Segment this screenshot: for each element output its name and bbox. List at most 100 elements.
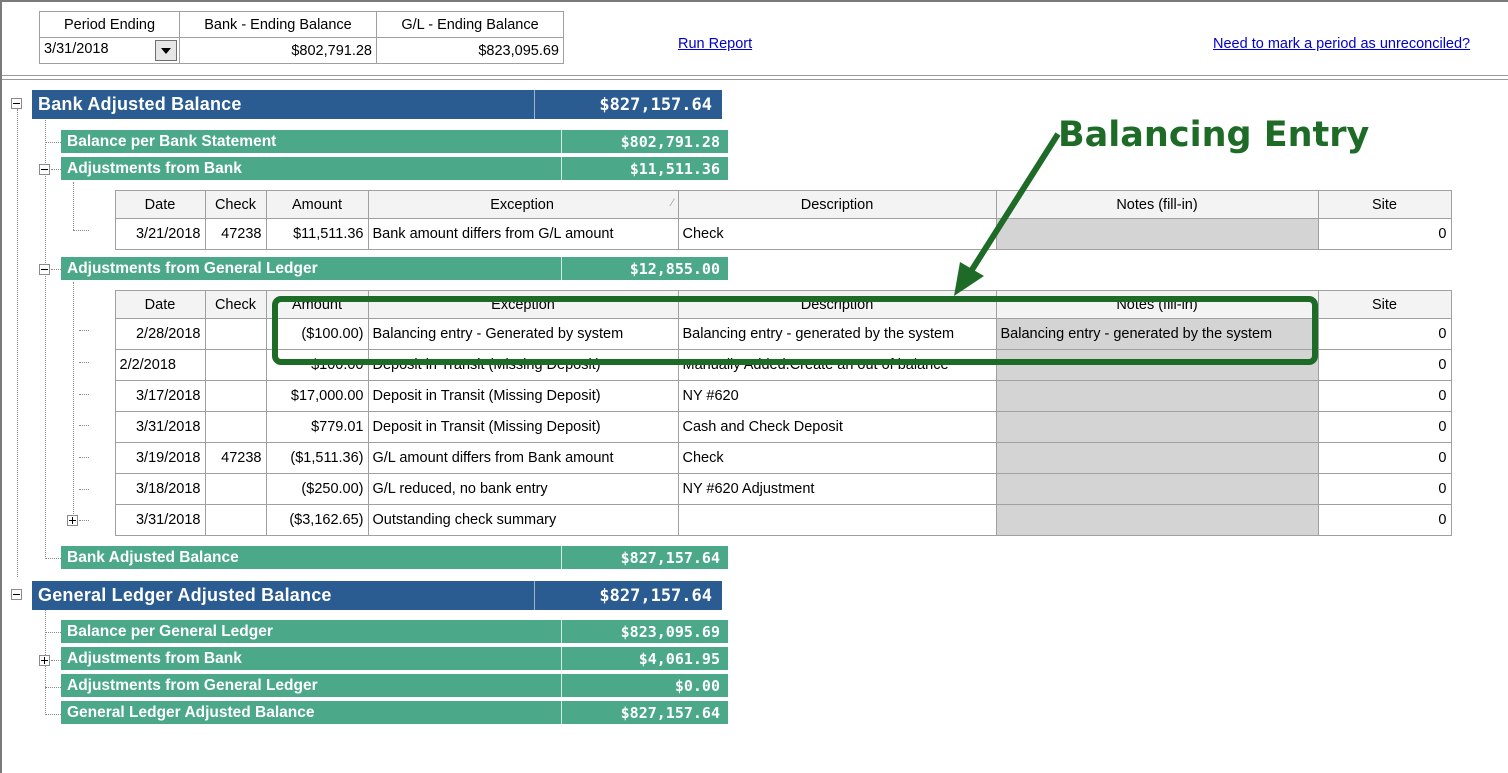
cell-exception[interactable]: G/L reduced, no bank entry: [367, 473, 679, 505]
cell-site[interactable]: 0: [1317, 349, 1452, 381]
col-amount[interactable]: Amount: [265, 190, 369, 219]
cell-date[interactable]: 3/21/2018: [114, 218, 206, 250]
col-check[interactable]: Check: [204, 290, 267, 319]
col-date[interactable]: Date: [114, 290, 206, 319]
gl-adjustments-from-gl-row[interactable]: Adjustments from General Ledger $0.00: [61, 674, 728, 698]
tree-line: [51, 660, 61, 661]
adjustments-from-gl-row[interactable]: Adjustments from General Ledger $12,855.…: [61, 257, 728, 281]
gl-adjustments-from-bank-row[interactable]: Adjustments from Bank $4,061.95: [61, 647, 728, 671]
cell-description[interactable]: Check: [677, 442, 997, 474]
cell-check[interactable]: [204, 380, 267, 412]
adjustments-from-bank-row[interactable]: Adjustments from Bank $11,511.36: [61, 157, 728, 181]
cell-date[interactable]: 3/18/2018: [114, 473, 206, 505]
cell-check[interactable]: [204, 349, 267, 381]
row-selector[interactable]: [89, 318, 116, 350]
cell-check[interactable]: [204, 318, 267, 350]
col-exception[interactable]: Exception ⁄: [367, 190, 679, 219]
col-site[interactable]: Site: [1317, 190, 1452, 219]
bank-adjusted-total-amount: $827,157.64: [561, 546, 728, 569]
cell-site[interactable]: 0: [1317, 473, 1452, 505]
cell-notes[interactable]: [995, 411, 1319, 443]
tree-line: [73, 182, 74, 230]
row-selector[interactable]: [89, 218, 116, 250]
table-row[interactable]: 3/31/2018 $779.01 Deposit in Transit (Mi…: [89, 411, 1452, 443]
cell-check[interactable]: [204, 473, 267, 505]
row-selector[interactable]: [89, 504, 116, 536]
row-selector[interactable]: [89, 380, 116, 412]
balance-per-gl-row[interactable]: Balance per General Ledger $823,095.69: [61, 620, 728, 644]
bank-adjusted-balance-header[interactable]: Bank Adjusted Balance $827,157.64: [32, 90, 722, 119]
cell-check[interactable]: 47238: [204, 218, 267, 250]
cell-amount[interactable]: $11,511.36: [265, 218, 369, 250]
grid-header-row: Date Check Amount Exception ⁄ Description…: [89, 190, 1452, 219]
cell-exception[interactable]: Outstanding check summary: [367, 504, 679, 536]
cell-exception[interactable]: Deposit in Transit (Missing Deposit): [367, 380, 679, 412]
cell-date[interactable]: 2/28/2018: [114, 318, 206, 350]
cell-site[interactable]: 0: [1317, 411, 1452, 443]
row-selector[interactable]: [89, 411, 116, 443]
gl-adjustments-from-bank-label: Adjustments from Bank: [67, 649, 242, 667]
cell-date[interactable]: 3/19/2018: [114, 442, 206, 474]
cell-amount[interactable]: ($1,511.36): [265, 442, 369, 474]
table-row[interactable]: 3/31/2018 ($3,162.65) Outstanding check …: [89, 504, 1452, 536]
table-row[interactable]: 3/17/2018 $17,000.00 Deposit in Transit …: [89, 380, 1452, 412]
cell-notes[interactable]: [995, 504, 1319, 536]
col-date[interactable]: Date: [114, 190, 206, 219]
cell-check[interactable]: 47238: [204, 442, 267, 474]
cell-check[interactable]: [204, 504, 267, 536]
cell-exception[interactable]: Bank amount differs from G/L amount: [367, 218, 679, 250]
cell-notes[interactable]: [995, 380, 1319, 412]
collapse-gl-section-icon[interactable]: [11, 589, 22, 600]
cell-description[interactable]: [677, 504, 997, 536]
table-row[interactable]: 3/21/2018 47238 $11,511.36 Bank amount d…: [89, 218, 1452, 250]
cell-amount[interactable]: ($3,162.65): [265, 504, 369, 536]
cell-date[interactable]: 3/31/2018: [114, 504, 206, 536]
cell-notes[interactable]: [995, 473, 1319, 505]
cell-amount[interactable]: ($250.00): [265, 473, 369, 505]
cell-description[interactable]: NY #620 Adjustment: [677, 473, 997, 505]
table-row[interactable]: 3/19/2018 47238 ($1,511.36) G/L amount d…: [89, 442, 1452, 474]
cell-amount[interactable]: $779.01: [265, 411, 369, 443]
row-selector[interactable]: [89, 442, 116, 474]
cell-site[interactable]: 0: [1317, 318, 1452, 350]
cell-site[interactable]: 0: [1317, 442, 1452, 474]
cell-date[interactable]: 3/17/2018: [114, 380, 206, 412]
col-check[interactable]: Check: [204, 190, 267, 219]
cell-date[interactable]: 2/2/2018: [114, 349, 206, 381]
bank-adjustments-grid: Date Check Amount Exception ⁄ Description…: [89, 190, 1452, 250]
tree-line: [73, 230, 89, 231]
tree-line: [79, 330, 89, 331]
gl-adjusted-balance-total-row[interactable]: General Ledger Adjusted Balance $827,157…: [61, 701, 728, 725]
col-site[interactable]: Site: [1317, 290, 1452, 319]
cell-description[interactable]: Cash and Check Deposit: [677, 411, 997, 443]
bank-adjusted-balance-amount: $827,157.64: [534, 90, 722, 119]
tree-line: [45, 632, 61, 633]
cell-amount[interactable]: $17,000.00: [265, 380, 369, 412]
cell-description[interactable]: NY #620: [677, 380, 997, 412]
cell-notes[interactable]: [995, 442, 1319, 474]
cell-exception[interactable]: G/L amount differs from Bank amount: [367, 442, 679, 474]
cell-date[interactable]: 3/31/2018: [114, 411, 206, 443]
collapse-adj-gl-icon[interactable]: [39, 264, 50, 275]
row-selector[interactable]: [89, 349, 116, 381]
period-ending-select[interactable]: 3/31/2018: [39, 37, 180, 64]
unreconciled-link[interactable]: Need to mark a period as unreconciled?: [1213, 36, 1470, 52]
table-row[interactable]: 3/18/2018 ($250.00) G/L reduced, no bank…: [89, 473, 1452, 505]
cell-site[interactable]: 0: [1317, 380, 1452, 412]
gl-adjusted-balance-header[interactable]: General Ledger Adjusted Balance $827,157…: [32, 581, 722, 610]
balance-per-gl-label: Balance per General Ledger: [67, 622, 273, 640]
row-selector[interactable]: [89, 473, 116, 505]
expand-gl-adj-bank-icon[interactable]: [39, 655, 50, 666]
collapse-adj-bank-icon[interactable]: [39, 164, 50, 175]
balance-per-bank-row[interactable]: Balance per Bank Statement $802,791.28: [61, 130, 728, 154]
cell-site[interactable]: 0: [1317, 218, 1452, 250]
dropdown-arrow-icon[interactable]: [155, 40, 177, 61]
collapse-bank-section-icon[interactable]: [11, 98, 22, 109]
cell-check[interactable]: [204, 411, 267, 443]
run-report-link[interactable]: Run Report: [678, 36, 752, 52]
cell-exception[interactable]: Deposit in Transit (Missing Deposit): [367, 411, 679, 443]
expand-outstanding-check-icon[interactable]: [67, 515, 78, 526]
tree-line: [17, 109, 18, 577]
cell-site[interactable]: 0: [1317, 504, 1452, 536]
bank-adjusted-balance-total-row[interactable]: Bank Adjusted Balance $827,157.64: [61, 546, 728, 570]
